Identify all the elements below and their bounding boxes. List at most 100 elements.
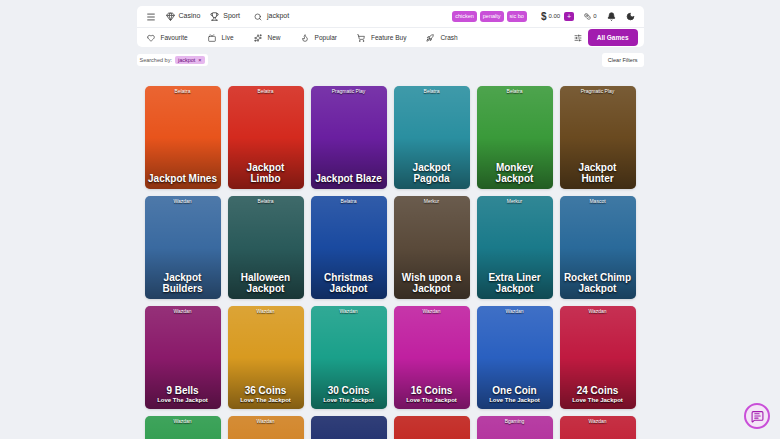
game-title: 36 Coins (245, 385, 287, 396)
game-card[interactable]: Pragmatic PlayJackpot Blaze (311, 86, 387, 189)
category-tab[interactable]: Crash (426, 33, 457, 43)
game-card[interactable]: Wazdan Jackpot Builders (145, 196, 221, 299)
quick-tag[interactable]: chicken (452, 11, 477, 22)
game-card[interactable]: Wazdan (560, 416, 636, 439)
game-title: Jackpot Mines (148, 173, 217, 184)
category-icon (208, 34, 216, 42)
game-card[interactable]: Belatra Jackpot Mines (145, 86, 221, 189)
category-tab[interactable]: New (254, 33, 281, 43)
category-icon (301, 34, 309, 42)
category-icon (147, 34, 155, 42)
chat-button[interactable] (744, 403, 770, 429)
category-tab[interactable]: Favourite (147, 33, 188, 43)
game-subtitle: Love The Jackpot (240, 396, 291, 404)
nav-link[interactable]: Sport (210, 11, 240, 22)
game-provider: Belatra (175, 88, 191, 95)
category-icon (254, 34, 262, 42)
category-bar: Favourite Live New Popular Feature Buy Crash A… (137, 28, 644, 47)
game-card[interactable]: Pragmatic PlayJackpot Hunter (560, 86, 636, 189)
game-provider: Wazdan (588, 418, 606, 425)
game-card[interactable]: Wazdan 36 CoinsLove The Jackpot (228, 306, 304, 409)
category-tab[interactable]: Popular (301, 33, 337, 43)
deposit-button[interactable]: + (564, 12, 574, 21)
nav-link[interactable]: Casino (166, 11, 201, 22)
game-provider: Belatra (258, 88, 274, 95)
quick-tag[interactable]: penalty (480, 11, 504, 22)
game-card[interactable]: Bgaming (477, 416, 553, 439)
game-card[interactable]: Wazdan (145, 416, 221, 439)
card-art (394, 416, 470, 439)
filter-chip[interactable]: jackpot× (175, 56, 205, 64)
game-title: Rocket Chimp Jackpot (563, 272, 633, 294)
game-subtitle: Love The Jackpot (157, 396, 208, 404)
game-card[interactable]: Wazdan24 CoinsLove The Jackpot (560, 306, 636, 409)
page: Casino Sport jackpot chickenpenaltysic bo $0… (0, 0, 780, 439)
game-provider: Wazdan (588, 308, 606, 315)
game-title: 30 Coins (328, 385, 370, 396)
game-card[interactable]: Belatra Jackpot Pagoda (394, 86, 470, 189)
game-title: Monkey Jackpot (480, 162, 550, 184)
game-card[interactable]: Wazdan 16 CoinsLove The Jackpot (394, 306, 470, 409)
category-tab[interactable]: Feature Buy (357, 33, 406, 43)
game-provider: Mascot (589, 198, 605, 205)
game-title: 16 Coins (411, 385, 453, 396)
game-card[interactable] (394, 416, 470, 439)
search-icon (254, 13, 262, 21)
game-provider: Merkur (507, 198, 523, 205)
game-provider: Belatra (258, 198, 274, 205)
game-provider: Belatra (424, 88, 440, 95)
game-card[interactable]: Wazdan (228, 416, 304, 439)
game-provider: Merkur (424, 198, 440, 205)
casino-icon (166, 12, 175, 21)
search-field[interactable]: jackpot (254, 11, 442, 22)
game-title: Jackpot Builders (148, 272, 218, 294)
game-card[interactable]: Mascot Rocket Chimp Jackpot (560, 196, 636, 299)
remove-chip[interactable]: × (198, 56, 201, 64)
game-title: Halloween Jackpot (231, 272, 301, 294)
card-art (311, 416, 387, 439)
game-title: Jackpot Limbo (231, 162, 301, 184)
game-card[interactable]: Belatra Jackpot Limbo (228, 86, 304, 189)
category-tab[interactable]: Live (208, 33, 234, 43)
game-provider: Wazdan (173, 308, 191, 315)
game-card[interactable] (311, 416, 387, 439)
game-provider: Belatra (341, 198, 357, 205)
game-card[interactable]: Belatra Monkey Jackpot (477, 86, 553, 189)
game-title: Jackpot Hunter (563, 162, 633, 184)
game-title: Christmas Jackpot (314, 272, 384, 294)
game-card[interactable]: Merkur Extra Liner Jackpot (477, 196, 553, 299)
bonus-counter[interactable]: 0 (584, 12, 596, 21)
menu-icon[interactable] (146, 12, 156, 22)
game-title: Extra Liner Jackpot (480, 272, 550, 294)
game-card[interactable]: Wazdan 30 CoinsLove The Jackpot (311, 306, 387, 409)
moon-icon[interactable] (626, 12, 635, 21)
bell-icon[interactable] (607, 12, 616, 21)
game-provider: Wazdan (256, 308, 274, 315)
game-card[interactable]: MerkurWish upon a Jackpot (394, 196, 470, 299)
game-provider: Belatra (507, 88, 523, 95)
filter-row: Searched by:jackpot×Clear Filters (137, 53, 644, 67)
game-card[interactable]: Belatra Halloween Jackpot (228, 196, 304, 299)
game-title: Jackpot Blaze (315, 173, 382, 184)
game-provider: Wazdan (505, 308, 523, 315)
quick-tag[interactable]: sic bo (507, 11, 527, 22)
game-subtitle: Love The Jackpot (489, 396, 540, 404)
game-provider: Wazdan (422, 308, 440, 315)
game-card[interactable]: Wazdan9 BellsLove The Jackpot (145, 306, 221, 409)
clear-filters-button[interactable]: Clear Filters (602, 53, 644, 67)
balance: $0.00+ (541, 9, 574, 24)
all-games-button[interactable]: All Games (588, 29, 638, 47)
game-title: 24 Coins (577, 385, 619, 396)
filter-icon[interactable] (574, 34, 582, 42)
game-subtitle: Love The Jackpot (323, 396, 374, 404)
game-grid: Belatra Jackpot Mines Belatra Jackpot Limbo… (145, 86, 636, 439)
game-provider: Wazdan (173, 198, 191, 205)
game-title: Jackpot Pagoda (397, 162, 467, 184)
game-subtitle: Love The Jackpot (406, 396, 457, 404)
coins-icon (584, 13, 591, 20)
game-provider: Bgaming (505, 418, 525, 425)
game-card[interactable]: Belatra Christmas Jackpot (311, 196, 387, 299)
game-provider: Wazdan (339, 308, 357, 315)
top-bar: Casino Sport jackpot chickenpenaltysic bo $0… (137, 6, 644, 28)
game-card[interactable]: WazdanOne CoinLove The Jackpot (477, 306, 553, 409)
